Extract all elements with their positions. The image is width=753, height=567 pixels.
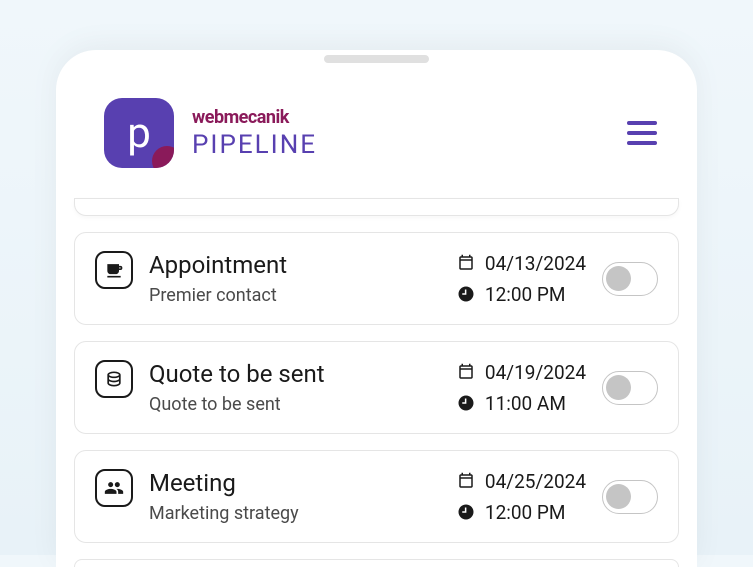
date-row: 04/19/2024 <box>457 361 586 384</box>
card-peek-bottom <box>74 559 679 567</box>
app-header: p webmecanik PIPELINE <box>56 78 697 198</box>
phone-frame: p webmecanik PIPELINE Ap <box>56 50 697 567</box>
task-time: 11:00 AM <box>485 392 566 415</box>
menu-icon[interactable] <box>627 121 657 145</box>
logo-text: webmecanik PIPELINE <box>192 107 317 160</box>
logo-badge: p <box>104 98 174 168</box>
task-card[interactable]: Appointment Premier contact 04/13/2024 1… <box>74 232 679 325</box>
task-time: 12:00 PM <box>485 283 566 306</box>
task-subtitle: Marketing strategy <box>149 503 441 524</box>
task-meta: 04/25/2024 12:00 PM <box>457 470 586 524</box>
clock-icon <box>457 503 475 521</box>
complete-toggle[interactable] <box>602 371 658 405</box>
task-list: Appointment Premier contact 04/13/2024 1… <box>56 198 697 567</box>
task-title: Appointment <box>149 251 441 279</box>
time-row: 12:00 PM <box>457 501 586 524</box>
task-date: 04/19/2024 <box>485 361 586 384</box>
task-subtitle: Quote to be sent <box>149 394 441 415</box>
task-date: 04/13/2024 <box>485 252 586 275</box>
complete-toggle[interactable] <box>602 262 658 296</box>
task-date: 04/25/2024 <box>485 470 586 493</box>
clock-icon <box>457 285 475 303</box>
product-name: PIPELINE <box>192 130 317 160</box>
calendar-icon <box>457 254 475 272</box>
logo-section: p webmecanik PIPELINE <box>104 98 317 168</box>
date-row: 04/13/2024 <box>457 252 586 275</box>
complete-toggle[interactable] <box>602 480 658 514</box>
toggle-knob <box>606 266 631 291</box>
date-row: 04/25/2024 <box>457 470 586 493</box>
task-time: 12:00 PM <box>485 501 566 524</box>
task-card[interactable]: Meeting Marketing strategy 04/25/2024 12… <box>74 450 679 543</box>
card-peek-top <box>74 198 679 216</box>
toggle-knob <box>606 484 631 509</box>
task-title: Quote to be sent <box>149 360 441 388</box>
task-content: Quote to be sent Quote to be sent <box>149 360 441 415</box>
coins-icon <box>95 360 133 398</box>
clock-icon <box>457 394 475 412</box>
coffee-icon <box>95 251 133 289</box>
toggle-knob <box>606 375 631 400</box>
calendar-icon <box>457 472 475 490</box>
calendar-icon <box>457 363 475 381</box>
task-card[interactable]: Quote to be sent Quote to be sent 04/19/… <box>74 341 679 434</box>
task-content: Appointment Premier contact <box>149 251 441 306</box>
task-meta: 04/19/2024 11:00 AM <box>457 361 586 415</box>
page-background: p webmecanik PIPELINE Ap <box>0 0 753 567</box>
task-subtitle: Premier contact <box>149 285 441 306</box>
time-row: 11:00 AM <box>457 392 586 415</box>
task-meta: 04/13/2024 12:00 PM <box>457 252 586 306</box>
phone-notch <box>324 55 429 63</box>
task-content: Meeting Marketing strategy <box>149 469 441 524</box>
task-title: Meeting <box>149 469 441 497</box>
time-row: 12:00 PM <box>457 283 586 306</box>
people-icon <box>95 469 133 507</box>
logo-letter: p <box>127 109 151 158</box>
brand-name: webmecanik <box>192 107 317 128</box>
